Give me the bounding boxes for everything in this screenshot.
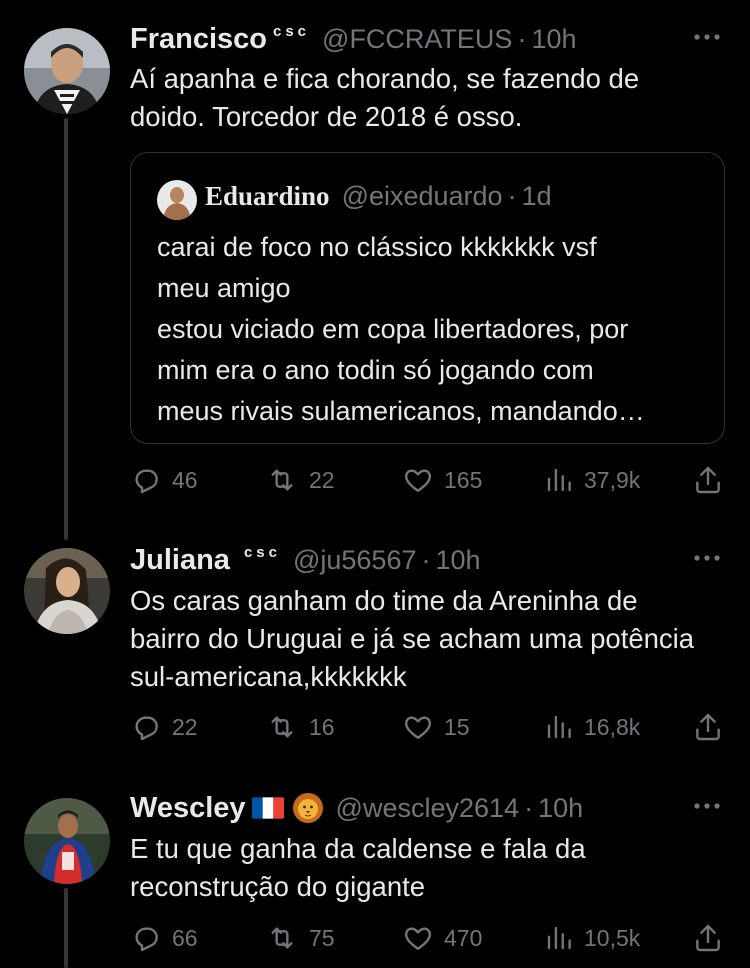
display-name[interactable]: Francisco	[130, 23, 267, 56]
reply-count: 22	[172, 713, 198, 740]
retweet-button[interactable]: 75	[265, 920, 335, 956]
reply-button[interactable]: 66	[130, 920, 198, 956]
quote-line: mim era o ano todin só jogando com	[157, 355, 594, 385]
display-name[interactable]: Wescley	[130, 792, 246, 825]
reply-icon	[135, 716, 158, 741]
retweet-button[interactable]: 16	[265, 709, 335, 745]
retweet-button[interactable]: 22	[265, 462, 335, 498]
display-name[interactable]: Juliana	[130, 544, 230, 577]
view-count: 16,8k	[584, 713, 641, 740]
like-count: 470	[444, 924, 483, 951]
user-handle[interactable]: @ju56567	[293, 545, 417, 576]
views-button[interactable]: 10,5k	[544, 920, 640, 956]
quote-handle: @eixeduardo	[341, 181, 503, 211]
quote-header: Eduardino @eixeduardo · 1d	[205, 181, 552, 212]
quote-line: meus rivais sulamericanos, mandando…	[157, 396, 645, 426]
quote-display-name: Eduardino	[205, 181, 330, 211]
share-icon	[696, 466, 720, 494]
reply-count: 46	[172, 466, 198, 493]
separator: ·	[507, 181, 517, 211]
share-icon	[696, 713, 720, 741]
separator: ·	[421, 544, 431, 575]
views-button[interactable]: 16,8k	[544, 709, 640, 745]
separator: ·	[517, 23, 527, 54]
quote-line: estou viciado em copa libertadores, por	[157, 314, 629, 344]
name-superscript: csc	[243, 543, 281, 561]
view-count: 10,5k	[584, 924, 641, 951]
share-icon	[696, 924, 720, 952]
heart-icon	[404, 469, 432, 492]
views-icon	[547, 468, 571, 492]
like-count: 165	[444, 466, 483, 493]
user-handle[interactable]: @wescley2614	[336, 793, 520, 824]
views-icon	[547, 715, 571, 739]
views-icon	[547, 926, 571, 950]
tweet-header: Wescley @wescley2614 · 10h	[130, 788, 726, 828]
action-bar: 66 75 470 10,5k	[130, 920, 725, 956]
reply-icon	[135, 927, 158, 952]
quote-text: carai de foco no clássico kkkkkkk vsf me…	[157, 227, 704, 432]
action-bar: 46 22 165 37,9k	[130, 462, 725, 498]
quote-timestamp: 1d	[521, 181, 552, 211]
retweet-icon	[271, 716, 293, 738]
heart-icon	[404, 716, 432, 739]
more-options-icon[interactable]	[692, 796, 722, 816]
tweet-text: Aí apanha e fica chorando, se fazendo de…	[130, 63, 640, 132]
reply-icon	[135, 469, 158, 494]
avatar[interactable]	[24, 798, 110, 884]
retweet-icon	[271, 469, 293, 491]
timestamp[interactable]: 10h	[531, 24, 576, 55]
france-flag-icon	[251, 797, 284, 819]
like-button[interactable]: 15	[402, 709, 470, 745]
reply-count: 66	[172, 924, 198, 951]
retweet-count: 16	[309, 713, 335, 740]
retweet-icon	[271, 927, 293, 949]
tweet-francisco[interactable]: Francisco csc @FCCRATEUS · 10h Aí apanha…	[0, 0, 750, 540]
more-options-icon[interactable]	[692, 548, 722, 568]
tweet-text: Os caras ganham do time da Areninha de b…	[130, 585, 695, 692]
share-button[interactable]	[692, 709, 724, 745]
like-button[interactable]: 165	[402, 462, 482, 498]
name-superscript: csc	[273, 22, 311, 40]
more-options-icon[interactable]	[692, 27, 722, 47]
tweet-juliana[interactable]: Juliana csc @ju56567 · 10h Os caras ganh…	[0, 540, 750, 788]
quoted-tweet[interactable]: Eduardino @eixeduardo · 1d carai de foco…	[130, 152, 725, 444]
user-handle[interactable]: @FCCRATEUS	[322, 24, 512, 55]
tweet-wescley[interactable]: Wescley @wescley2614 · 10h E tu que ganh…	[0, 788, 750, 968]
timestamp[interactable]: 10h	[435, 545, 480, 576]
share-button[interactable]	[692, 920, 724, 956]
heart-icon	[404, 927, 432, 950]
like-button[interactable]: 470	[402, 920, 482, 956]
like-count: 15	[444, 713, 470, 740]
timestamp[interactable]: 10h	[538, 793, 583, 824]
share-button[interactable]	[692, 462, 724, 498]
tweet-header: Francisco csc @FCCRATEUS · 10h	[130, 19, 726, 59]
views-button[interactable]: 37,9k	[544, 462, 640, 498]
retweet-count: 75	[309, 924, 335, 951]
view-count: 37,9k	[584, 466, 641, 493]
avatar[interactable]	[24, 28, 110, 114]
tweet-header: Juliana csc @ju56567 · 10h	[130, 540, 726, 580]
quote-avatar	[157, 180, 197, 220]
reply-button[interactable]: 22	[130, 709, 198, 745]
thread-line	[64, 118, 68, 540]
retweet-count: 22	[309, 466, 335, 493]
avatar[interactable]	[24, 548, 110, 634]
action-bar: 22 16 15 16,8k	[130, 709, 725, 745]
quote-line: meu amigo	[157, 273, 291, 303]
reply-button[interactable]: 46	[130, 462, 198, 498]
separator: ·	[524, 792, 534, 823]
lion-face-icon	[292, 792, 324, 824]
quote-line: carai de foco no clássico kkkkkkk vsf	[157, 232, 597, 262]
tweet-text: E tu que ganha da caldense e fala da rec…	[130, 833, 586, 902]
thread-line	[64, 888, 68, 968]
